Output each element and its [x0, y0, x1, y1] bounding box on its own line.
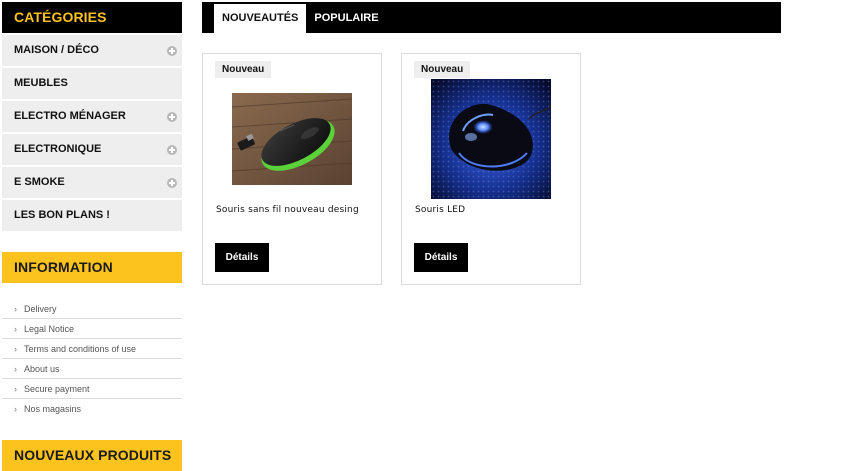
info-link-legal-notice[interactable]: › Legal Notice — [2, 319, 182, 339]
category-e-smoke[interactable]: E SMOKE — [2, 167, 182, 198]
category-electro-menager[interactable]: ELECTRO MÉNAGER — [2, 101, 182, 132]
product-card[interactable]: Nouveau Souris sans fil nouveau desing D… — [202, 53, 382, 285]
new-badge: Nouveau — [414, 61, 471, 78]
details-button[interactable]: Détails — [414, 243, 468, 272]
info-link-label: About us — [24, 364, 60, 374]
category-label: LES BON PLANS ! — [14, 209, 110, 221]
new-products-title: NOUVEAUX PRODUITS — [2, 440, 182, 471]
new-badge: Nouveau — [215, 61, 272, 78]
expand-plus-icon[interactable] — [167, 46, 177, 56]
info-link-label: Nos magasins — [24, 404, 82, 414]
details-button[interactable]: Détails — [215, 243, 269, 272]
info-link-terms[interactable]: › Terms and conditions of use — [2, 339, 182, 359]
info-link-label: Secure payment — [24, 384, 90, 394]
expand-plus-icon[interactable] — [167, 145, 177, 155]
chevron-right-icon: › — [14, 324, 17, 334]
expand-plus-icon[interactable] — [167, 178, 177, 188]
category-electronique[interactable]: ELECTRONIQUE — [2, 134, 182, 165]
info-link-label: Legal Notice — [24, 324, 75, 334]
chevron-right-icon: › — [14, 384, 17, 394]
product-name[interactable]: Souris sans fil nouveau desing — [216, 205, 359, 215]
categories-list: MAISON / DÉCO MEUBLES ELECTRO MÉNAGER EL… — [2, 35, 182, 231]
info-link-label: Delivery — [24, 304, 57, 314]
category-label: MAISON / DÉCO — [14, 44, 99, 56]
chevron-right-icon: › — [14, 344, 17, 354]
category-label: MEUBLES — [14, 77, 68, 89]
categories-title: CATÉGORIES — [2, 2, 182, 33]
category-bon-plans[interactable]: LES BON PLANS ! — [2, 200, 182, 231]
info-link-about-us[interactable]: › About us — [2, 359, 182, 379]
info-link-delivery[interactable]: › Delivery — [2, 299, 182, 319]
category-maison-deco[interactable]: MAISON / DÉCO — [2, 35, 182, 66]
category-label: ELECTRONIQUE — [14, 143, 102, 155]
tab-populaire[interactable]: POPULAIRE — [306, 4, 386, 33]
expand-plus-icon[interactable] — [167, 112, 177, 122]
information-title: INFORMATION — [2, 252, 182, 283]
info-link-nos-magasins[interactable]: › Nos magasins — [2, 399, 182, 419]
left-sidebar: CATÉGORIES MAISON / DÉCO MEUBLES ELECTRO… — [2, 2, 182, 471]
chevron-right-icon: › — [14, 304, 17, 314]
chevron-right-icon: › — [14, 364, 17, 374]
category-label: E SMOKE — [14, 176, 65, 188]
wireless-mouse-image[interactable] — [232, 93, 352, 185]
chevron-right-icon: › — [14, 404, 17, 414]
product-tabs: NOUVEAUTÉS POPULAIRE — [202, 2, 781, 33]
led-mouse-image[interactable] — [431, 79, 551, 199]
product-card[interactable]: Nouveau Souris LED Détails — [401, 53, 581, 285]
info-link-label: Terms and conditions of use — [24, 344, 137, 354]
product-name[interactable]: Souris LED — [415, 205, 465, 215]
tab-nouveautes[interactable]: NOUVEAUTÉS — [214, 4, 307, 33]
information-list: › Delivery › Legal Notice › Terms and condi… — [2, 299, 182, 419]
category-meubles[interactable]: MEUBLES — [2, 68, 182, 99]
category-label: ELECTRO MÉNAGER — [14, 110, 126, 122]
info-link-secure-payment[interactable]: › Secure payment — [2, 379, 182, 399]
